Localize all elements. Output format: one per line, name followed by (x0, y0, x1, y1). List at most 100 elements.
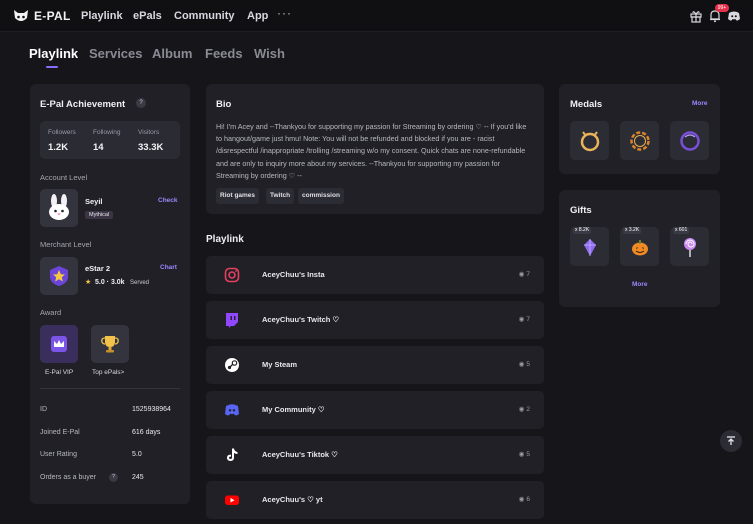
tag-riot-games[interactable]: Riot games (216, 188, 260, 204)
orders-buyer-value: 245 (132, 474, 144, 481)
playlink-name: AceyChuu's Twitch ♡ (262, 315, 340, 324)
eye-icon: ◉ (518, 316, 525, 323)
playlink-row[interactable]: AceyChuu's Twitch ♡ ◉ 7 (206, 301, 544, 339)
medal-item[interactable] (670, 121, 709, 160)
playlink-row[interactable]: AceyChuu's Insta ◉ 7 (206, 256, 544, 294)
id-value: 1525938964 (132, 406, 171, 413)
top-epals-award[interactable] (91, 325, 129, 363)
orders-help-icon[interactable]: ? (109, 473, 118, 482)
view-count-value: 7 (526, 270, 530, 278)
tab-album[interactable]: Album (152, 46, 192, 61)
discord-icon[interactable] (727, 9, 741, 23)
tab-playlink[interactable]: Playlink (29, 46, 78, 61)
award-label: Award (40, 308, 62, 317)
view-count-value: 7 (526, 315, 530, 323)
playlink-title: Playlink (206, 234, 244, 245)
playlink-row[interactable]: AceyChuu's Tiktok ♡ ◉ 5 (206, 436, 544, 474)
mythical-badge: Mythical (85, 211, 114, 219)
more-menu-icon[interactable]: ··· (277, 6, 292, 20)
view-count: ◉ 7 (518, 315, 530, 324)
merchant-rating: 5.0 · 3.0k (95, 279, 125, 286)
gifts-card: Gifts x 8.2K x 3.2K x 601 More (559, 190, 720, 307)
view-count: ◉ 5 (519, 360, 530, 369)
tag-commission[interactable]: commission (298, 188, 344, 204)
crown-icon (51, 336, 67, 352)
eye-icon: ◉ (518, 271, 525, 278)
merchant-level-label: Merchant Level (40, 240, 92, 249)
rating-star-icon: ★ (85, 279, 92, 286)
purple-ring-medal-icon (679, 130, 700, 151)
user-rating-value: 5.0 (132, 451, 142, 458)
gift-count: x 601 (673, 227, 690, 234)
help-icon[interactable]: ? (136, 98, 146, 108)
scroll-to-top-button[interactable] (720, 430, 742, 452)
playlink-row[interactable]: My Community ♡ ◉ 2 (206, 391, 544, 429)
youtube-icon (224, 492, 240, 508)
cat-logo-icon (14, 10, 28, 21)
view-count: ◉ 7 (518, 270, 530, 279)
visitors-label: Visitors (138, 129, 160, 136)
tab-services[interactable]: Services (89, 46, 143, 61)
account-level-name: Seyil (85, 197, 103, 206)
nav-epals[interactable]: ePals (133, 10, 162, 22)
nav-community[interactable]: Community (174, 10, 235, 22)
playlink-name: AceyChuu's Insta (262, 270, 325, 279)
gift-item[interactable]: x 601 (670, 227, 709, 266)
achievement-title: E-Pal Achievement (40, 99, 126, 110)
tag-twitch[interactable]: Twitch (266, 188, 295, 204)
stats-box: Followers 1.2K Following 14 Visitors 33.… (40, 121, 180, 159)
discord-icon (224, 402, 240, 418)
gift-count: x 3.2K (623, 227, 642, 234)
view-count-value: 6 (526, 495, 530, 503)
playlink-row[interactable]: AceyChuu's ♡ yt ◉ 6 (206, 481, 544, 519)
playlink-name: My Steam (262, 360, 298, 369)
twitch-icon (224, 312, 240, 328)
top-navigation-bar: E-PAL Playlink ePals Community App ··· 9… (0, 0, 753, 32)
following-value[interactable]: 14 (93, 142, 104, 153)
flame-ring-medal-icon (629, 130, 650, 151)
epal-logo[interactable]: E-PAL (12, 7, 71, 25)
gift-item[interactable]: x 3.2K (620, 227, 659, 266)
merchant-level-name: eStar 2 (85, 264, 111, 273)
gold-ring-medal-icon (580, 130, 599, 151)
check-link[interactable]: Check (158, 197, 178, 204)
eye-icon: ◉ (518, 451, 525, 458)
followers-value[interactable]: 1.2K (48, 142, 68, 153)
bio-card: Bio Hi! I'm Acey and --Thankyou for supp… (206, 84, 544, 214)
steam-icon (224, 357, 240, 373)
medals-more-link[interactable]: More (692, 100, 708, 107)
eye-icon: ◉ (518, 496, 525, 503)
medal-item[interactable] (570, 121, 609, 160)
top-epals-label[interactable]: Top ePals> (92, 369, 124, 376)
eye-icon: ◉ (518, 406, 525, 413)
trophy-icon (101, 336, 119, 353)
gift-item[interactable]: x 8.2K (570, 227, 609, 266)
epal-vip-award[interactable] (40, 325, 78, 363)
nav-playlink[interactable]: Playlink (81, 10, 123, 22)
active-tab-indicator (46, 66, 58, 68)
playlink-row[interactable]: My Steam ◉ 5 (206, 346, 544, 384)
star-shield-icon (50, 266, 68, 286)
view-count-value: 5 (526, 360, 530, 368)
bio-text: Hi! I'm Acey and --Thankyou for supporti… (216, 122, 527, 180)
following-label: Following (93, 129, 121, 136)
bio-title: Bio (216, 99, 232, 110)
gifts-title: Gifts (570, 205, 592, 216)
merchant-level-badge (40, 257, 78, 295)
view-count: ◉ 5 (518, 450, 530, 459)
medal-item[interactable] (620, 121, 659, 160)
arrow-up-icon (727, 436, 735, 445)
view-count-value: 2 (526, 405, 530, 413)
gift-count: x 8.2K (573, 227, 592, 234)
gifts-more-link[interactable]: More (632, 281, 648, 288)
view-count: ◉ 2 (518, 405, 530, 414)
epal-vip-label: E-Pal VIP (45, 369, 74, 376)
tab-feeds[interactable]: Feeds (205, 46, 243, 61)
gift-box-icon[interactable] (689, 9, 703, 23)
tab-wish[interactable]: Wish (254, 46, 285, 61)
chart-link[interactable]: Chart (160, 264, 177, 271)
logo-text: E-PAL (34, 9, 71, 23)
visitors-value: 33.3K (138, 142, 164, 153)
nav-app[interactable]: App (247, 10, 268, 22)
account-level-label: Account Level (40, 173, 88, 182)
